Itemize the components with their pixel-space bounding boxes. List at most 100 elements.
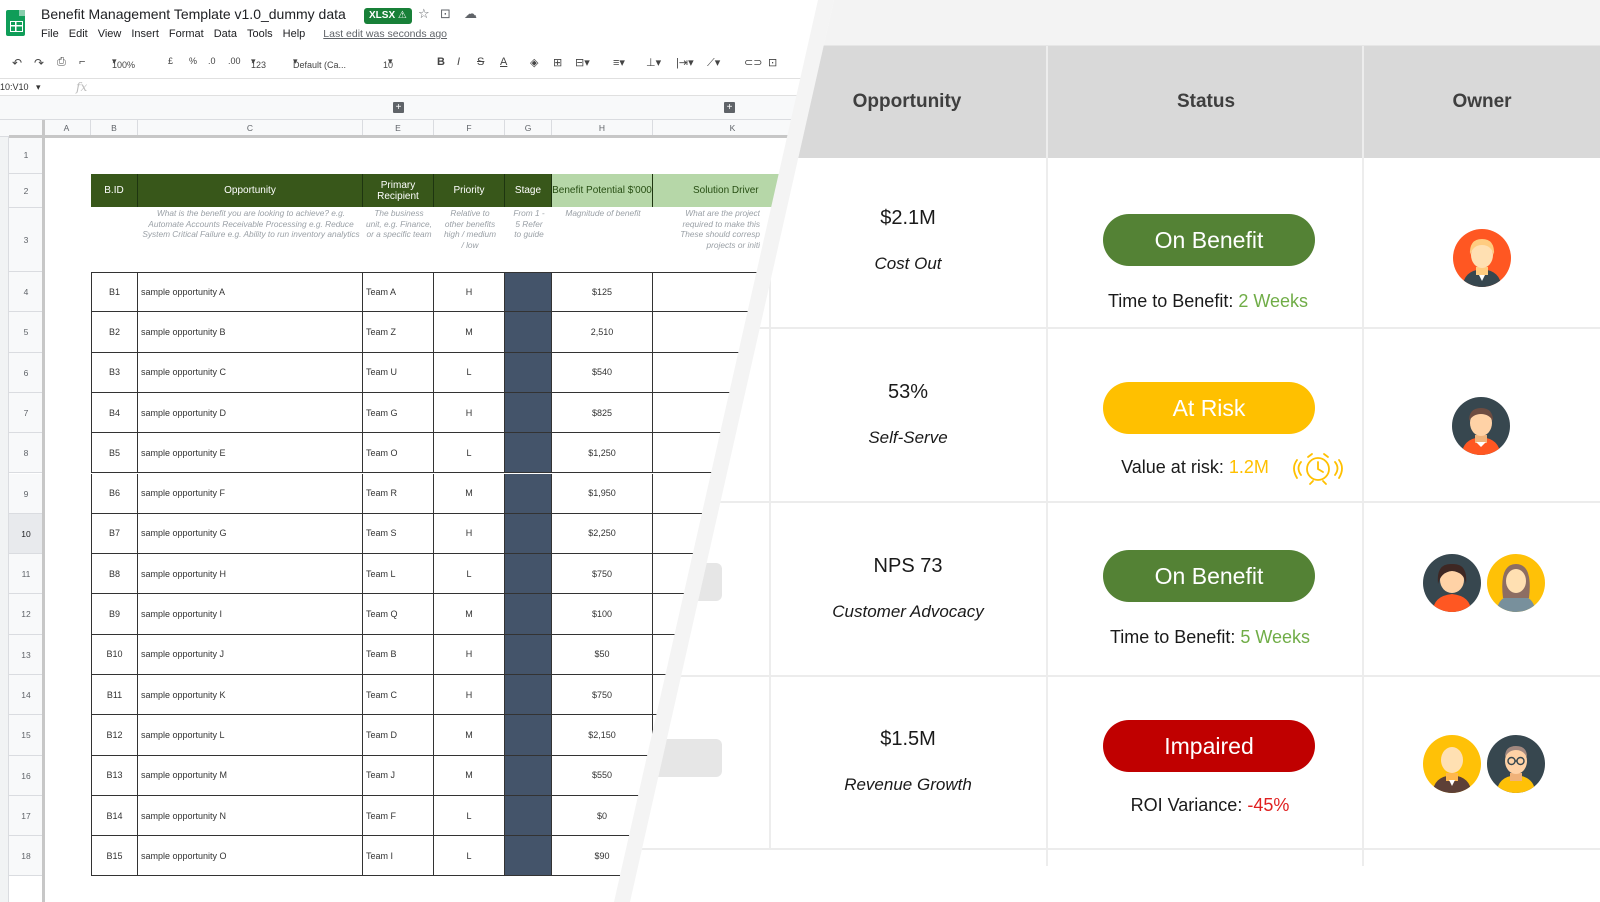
cell-priority[interactable]: H <box>434 513 505 555</box>
cell-bid[interactable]: B8 <box>91 554 138 595</box>
cell-recipient[interactable]: Team C <box>363 675 434 716</box>
print-icon[interactable]: ⎙ <box>57 56 66 69</box>
cell-opportunity[interactable]: sample opportunity I <box>138 594 363 635</box>
font-size-select[interactable]: 10 ▾ <box>383 56 393 70</box>
expand-group-icon[interactable]: + <box>724 102 735 113</box>
italic-button[interactable]: I <box>457 56 460 68</box>
fill-color-icon[interactable]: ◈ <box>530 56 538 69</box>
expand-group-icon[interactable]: + <box>393 102 404 113</box>
row-header[interactable]: 14 <box>9 675 43 716</box>
cell-stage[interactable] <box>505 392 552 434</box>
star-icon[interactable]: ☆ <box>418 6 430 22</box>
row-header[interactable]: 3 <box>9 208 43 272</box>
cell-stage[interactable] <box>505 594 552 635</box>
move-folder-icon[interactable]: ⊡ <box>440 6 451 22</box>
header-priority[interactable]: Priority <box>434 174 505 207</box>
cell-benefit[interactable]: $1,950 <box>552 473 653 514</box>
cell-bid[interactable]: B5 <box>91 433 138 474</box>
menu-tools[interactable]: Tools <box>247 28 273 40</box>
header-stage[interactable]: Stage <box>505 174 552 207</box>
cell-stage[interactable] <box>505 755 552 796</box>
cell-recipient[interactable]: Team U <box>363 352 434 393</box>
row-header[interactable]: 13 <box>9 634 43 675</box>
cell-benefit[interactable]: $750 <box>552 554 653 595</box>
text-color-button[interactable]: A <box>500 56 507 68</box>
row-header[interactable]: 11 <box>9 554 43 595</box>
cell-recipient[interactable]: Team L <box>363 554 434 595</box>
cell-benefit[interactable]: $550 <box>552 755 653 796</box>
insert-link-icon[interactable]: ⊂⊃ <box>744 56 762 69</box>
cell-recipient[interactable]: Team B <box>363 634 434 675</box>
cell-opportunity[interactable]: sample opportunity C <box>138 352 363 393</box>
insert-comment-icon[interactable]: ⊡ <box>768 56 777 69</box>
row-header[interactable]: 18 <box>9 836 43 877</box>
cell-recipient[interactable]: Team Q <box>363 594 434 635</box>
text-wrap-icon[interactable]: |⇥▾ <box>676 56 694 69</box>
cell-recipient[interactable]: Team I <box>363 836 434 877</box>
cell-opportunity[interactable]: sample opportunity J <box>138 634 363 675</box>
name-box[interactable]: 10:V10 ▾ <box>0 82 62 93</box>
menu-insert[interactable]: Insert <box>131 28 159 40</box>
cell-priority[interactable]: H <box>434 272 505 313</box>
cell-stage[interactable] <box>505 433 552 474</box>
cell-benefit[interactable]: $1,250 <box>552 433 653 474</box>
cell-priority[interactable]: M <box>434 755 505 796</box>
cell-opportunity[interactable]: sample opportunity F <box>138 473 363 514</box>
cell-recipient[interactable]: Team D <box>363 715 434 756</box>
cell-bid[interactable]: B9 <box>91 594 138 635</box>
cell-recipient[interactable]: Team F <box>363 795 434 837</box>
cell-benefit[interactable]: 2,510 <box>552 312 653 353</box>
cloud-status-icon[interactable]: ☁ <box>464 6 477 22</box>
cell-bid[interactable]: B13 <box>91 755 138 796</box>
cell-stage[interactable] <box>505 272 552 313</box>
row-header[interactable]: 12 <box>9 594 43 635</box>
sheets-app-icon[interactable] <box>6 10 25 36</box>
cell-stage[interactable] <box>505 312 552 353</box>
file-format-badge[interactable]: XLSX ⚠ <box>364 8 412 24</box>
cell-opportunity[interactable]: sample opportunity D <box>138 392 363 434</box>
cell-stage[interactable] <box>505 715 552 756</box>
cell-bid[interactable]: B4 <box>91 392 138 434</box>
cell-benefit[interactable]: $750 <box>552 675 653 716</box>
cell-opportunity[interactable]: sample opportunity K <box>138 675 363 716</box>
row-header[interactable]: 1 <box>9 137 43 174</box>
cell-stage[interactable] <box>505 634 552 675</box>
cell-bid[interactable]: B2 <box>91 312 138 353</box>
row-header[interactable]: 16 <box>9 755 43 796</box>
menu-edit[interactable]: Edit <box>69 28 88 40</box>
header-opportunity[interactable]: Opportunity <box>138 174 363 207</box>
cell-priority[interactable]: L <box>434 836 505 877</box>
cell-priority[interactable]: M <box>434 715 505 756</box>
frozen-row-divider[interactable] <box>9 135 859 138</box>
cell-opportunity[interactable]: sample opportunity O <box>138 836 363 877</box>
row-header[interactable]: 7 <box>9 392 43 434</box>
cell-recipient[interactable]: Team O <box>363 433 434 474</box>
row-header[interactable]: 2 <box>9 174 43 208</box>
align-vertical-icon[interactable]: ⊥▾ <box>646 56 661 69</box>
paint-format-icon[interactable]: ⌐ <box>79 56 85 68</box>
align-horizontal-icon[interactable]: ≡▾ <box>613 56 625 69</box>
cell-stage[interactable] <box>505 352 552 393</box>
row-header[interactable]: 9 <box>9 473 43 514</box>
cell-opportunity[interactable]: sample opportunity L <box>138 715 363 756</box>
row-header[interactable]: 17 <box>9 795 43 837</box>
cell-priority[interactable]: H <box>434 675 505 716</box>
cell-bid[interactable]: B11 <box>91 675 138 716</box>
cell-stage[interactable] <box>505 836 552 877</box>
cell-priority[interactable]: L <box>434 795 505 837</box>
row-header[interactable]: 4 <box>9 272 43 313</box>
bold-button[interactable]: B <box>437 56 445 68</box>
text-rotation-icon[interactable]: ⟋▾ <box>707 56 720 70</box>
cell-bid[interactable]: B15 <box>91 836 138 877</box>
cell-recipient[interactable]: Team R <box>363 473 434 514</box>
cell-opportunity[interactable]: sample opportunity G <box>138 513 363 555</box>
frozen-column-divider[interactable] <box>42 120 45 902</box>
header-primary-recipient[interactable]: Primary Recipient <box>363 174 434 207</box>
more-formats-button[interactable]: 123 ▾ <box>251 56 266 70</box>
cell-recipient[interactable]: Team S <box>363 513 434 555</box>
strikethrough-button[interactable]: S <box>477 56 484 68</box>
borders-icon[interactable]: ⊞ <box>553 56 562 69</box>
row-header[interactable]: 10 <box>9 513 43 555</box>
decrease-decimal-button[interactable]: .0 <box>208 56 216 66</box>
cell-stage[interactable] <box>505 795 552 837</box>
